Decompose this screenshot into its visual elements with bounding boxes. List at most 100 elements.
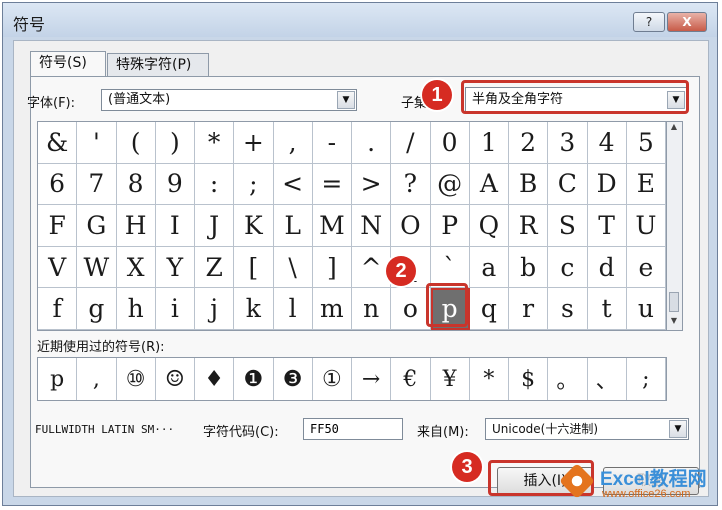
- symbol-cell[interactable]: l: [273, 288, 313, 330]
- symbol-cell[interactable]: d: [587, 246, 627, 289]
- symbol-cell[interactable]: n: [352, 288, 392, 330]
- help-button[interactable]: ?: [633, 12, 665, 32]
- symbol-cell[interactable]: i: [155, 288, 195, 330]
- recent-symbol[interactable]: →: [352, 358, 392, 400]
- symbol-cell[interactable]: Z: [195, 246, 235, 289]
- symbol-cell[interactable]: h: [116, 288, 156, 330]
- recent-symbol[interactable]: €: [391, 358, 431, 400]
- symbol-cell[interactable]: ?: [391, 163, 431, 206]
- symbol-cell[interactable]: K: [234, 205, 274, 247]
- symbol-cell[interactable]: G: [77, 205, 117, 247]
- symbol-cell[interactable]: ]: [312, 246, 352, 289]
- symbol-cell[interactable]: u: [626, 288, 666, 330]
- symbol-cell[interactable]: 3: [548, 122, 588, 164]
- symbol-cell[interactable]: N: [352, 205, 392, 247]
- symbol-cell[interactable]: g: [77, 288, 117, 330]
- symbol-cell[interactable]: 8: [116, 163, 156, 206]
- symbol-cell[interactable]: ;: [234, 163, 274, 206]
- recent-symbol[interactable]: ①: [313, 358, 352, 400]
- symbol-cell[interactable]: t: [587, 288, 627, 330]
- symbol-cell[interactable]: e: [626, 246, 666, 289]
- recent-symbol[interactable]: *: [470, 358, 509, 400]
- recent-symbol[interactable]: ,: [77, 358, 117, 400]
- symbol-cell[interactable]: \: [273, 246, 313, 289]
- symbol-cell[interactable]: o: [391, 288, 431, 330]
- symbol-cell[interactable]: q: [469, 288, 509, 330]
- symbol-cell[interactable]: L: [273, 205, 313, 247]
- symbol-cell[interactable]: 2: [509, 122, 549, 164]
- tab-special-characters[interactable]: 特殊字符(P): [107, 53, 209, 77]
- symbol-cell[interactable]: -: [312, 122, 352, 164]
- symbol-cell[interactable]: .: [352, 122, 392, 164]
- symbol-cell[interactable]: Y: [155, 246, 195, 289]
- symbol-cell[interactable]: ): [155, 122, 195, 164]
- symbol-cell[interactable]: 0: [430, 122, 470, 164]
- recent-symbol[interactable]: ❶: [234, 358, 274, 400]
- symbol-cell[interactable]: A: [469, 163, 509, 206]
- symbol-cell[interactable]: S: [548, 205, 588, 247]
- symbol-cell[interactable]: I: [155, 205, 195, 247]
- recent-symbol[interactable]: ¥: [431, 358, 470, 400]
- symbol-cell[interactable]: @: [430, 163, 470, 206]
- symbol-cell[interactable]: W: [77, 246, 117, 289]
- recent-symbol[interactable]: ;: [627, 358, 666, 400]
- char-code-input[interactable]: FF50: [303, 418, 403, 440]
- symbol-cell[interactable]: T: [587, 205, 627, 247]
- symbol-cell[interactable]: /: [391, 122, 431, 164]
- symbol-grid-scrollbar[interactable]: ▲ ▼: [667, 121, 683, 331]
- symbol-cell[interactable]: V: [38, 246, 78, 289]
- close-button[interactable]: X: [667, 12, 707, 32]
- symbol-cell[interactable]: =: [312, 163, 352, 206]
- symbol-cell[interactable]: b: [509, 246, 549, 289]
- symbol-cell[interactable]: E: [626, 163, 666, 206]
- symbol-cell[interactable]: ,: [273, 122, 313, 164]
- symbol-cell[interactable]: C: [548, 163, 588, 206]
- symbol-cell[interactable]: O: [391, 205, 431, 247]
- symbol-cell[interactable]: P: [430, 205, 470, 247]
- scroll-up-icon[interactable]: ▲: [667, 122, 681, 136]
- symbol-cell[interactable]: Q: [469, 205, 509, 247]
- symbol-cell[interactable]: U: [626, 205, 666, 247]
- symbol-cell[interactable]: M: [312, 205, 352, 247]
- recent-symbol[interactable]: p: [38, 358, 78, 400]
- recent-symbol[interactable]: ☺: [156, 358, 195, 400]
- symbol-cell[interactable]: 7: [77, 163, 117, 206]
- scroll-thumb[interactable]: [669, 292, 679, 312]
- symbol-cell[interactable]: *: [195, 122, 235, 164]
- symbol-cell[interactable]: R: [509, 205, 549, 247]
- symbol-cell[interactable]: r: [509, 288, 549, 330]
- symbol-cell[interactable]: >: [352, 163, 392, 206]
- symbol-cell[interactable]: F: [38, 205, 78, 247]
- chevron-down-icon[interactable]: ▼: [669, 420, 687, 438]
- symbol-cell[interactable]: ': [77, 122, 117, 164]
- symbol-cell[interactable]: &: [38, 122, 78, 164]
- chevron-down-icon[interactable]: ▼: [337, 91, 355, 109]
- scroll-down-icon[interactable]: ▼: [667, 316, 681, 330]
- symbol-cell[interactable]: H: [116, 205, 156, 247]
- tab-symbols[interactable]: 符号(S): [30, 51, 106, 77]
- symbol-cell[interactable]: c: [548, 246, 588, 289]
- symbol-cell[interactable]: m: [312, 288, 352, 330]
- symbol-cell[interactable]: s: [548, 288, 588, 330]
- symbol-cell[interactable]: 4: [587, 122, 627, 164]
- symbol-cell[interactable]: j: [195, 288, 235, 330]
- symbol-cell[interactable]: 9: [155, 163, 195, 206]
- symbol-cell[interactable]: J: [195, 205, 235, 247]
- symbol-cell[interactable]: +: [234, 122, 274, 164]
- symbol-cell[interactable]: k: [234, 288, 274, 330]
- symbol-cell[interactable]: a: [469, 246, 509, 289]
- recent-symbol[interactable]: ❸: [274, 358, 313, 400]
- symbol-cell[interactable]: D: [587, 163, 627, 206]
- recent-symbol[interactable]: $: [509, 358, 549, 400]
- font-select[interactable]: (普通文本) ▼: [101, 89, 357, 111]
- symbol-cell[interactable]: 6: [38, 163, 78, 206]
- recent-symbol[interactable]: 。: [548, 358, 588, 400]
- recent-symbol[interactable]: ⑩: [117, 358, 156, 400]
- symbol-cell[interactable]: 1: [469, 122, 509, 164]
- recent-symbol[interactable]: ♦: [195, 358, 235, 400]
- symbol-cell[interactable]: (: [116, 122, 156, 164]
- from-select[interactable]: Unicode(十六进制) ▼: [485, 418, 689, 440]
- recent-symbol[interactable]: 、: [588, 358, 627, 400]
- symbol-cell[interactable]: X: [116, 246, 156, 289]
- symbol-cell[interactable]: <: [273, 163, 313, 206]
